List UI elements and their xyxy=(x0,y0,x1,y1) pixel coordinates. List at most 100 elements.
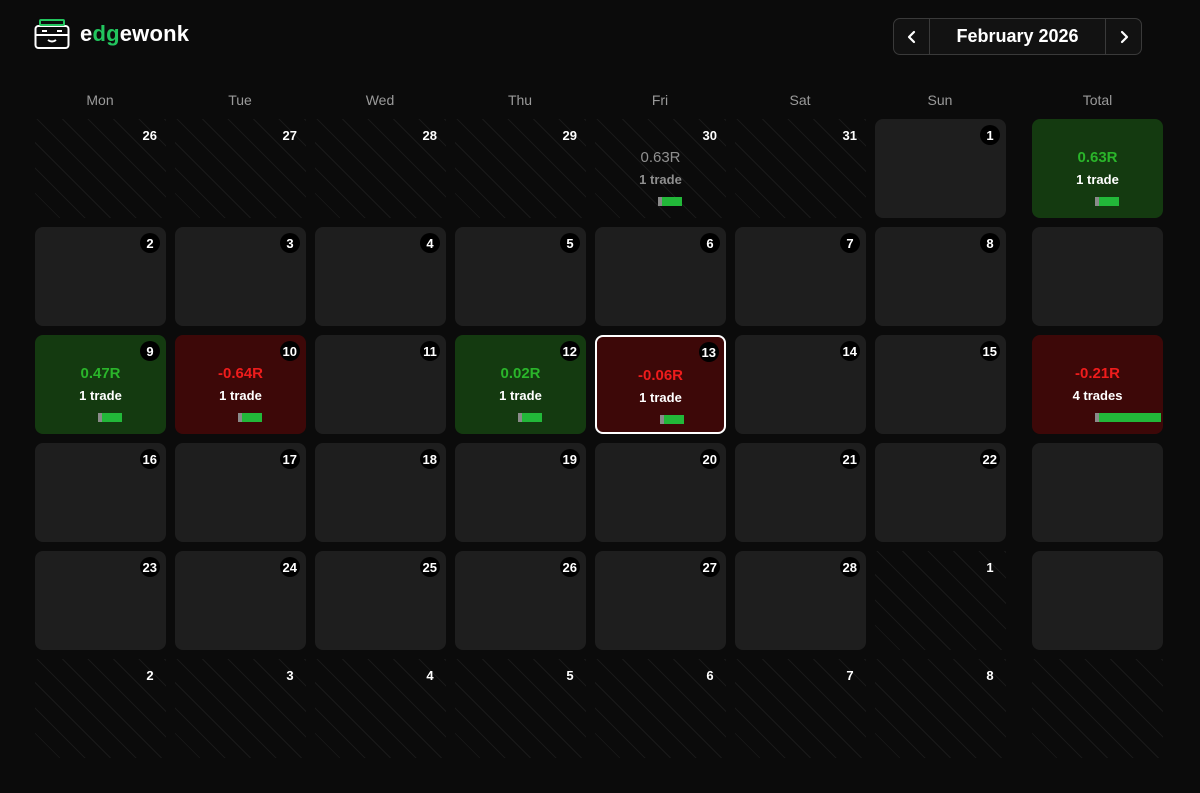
logo-icon xyxy=(34,19,70,49)
trade-count: 1 trade xyxy=(639,172,682,187)
day-number: 23 xyxy=(139,557,160,577)
trade-bar-fill xyxy=(102,413,122,422)
day-number: 15 xyxy=(979,341,1000,361)
day-cell[interactable]: 8 xyxy=(875,659,1006,758)
day-cell[interactable]: 22 xyxy=(875,443,1006,542)
trade-count: 1 trade xyxy=(79,388,122,403)
day-number: 13 xyxy=(698,342,719,362)
day-number: 14 xyxy=(839,341,860,361)
day-number: 21 xyxy=(839,449,860,469)
day-cell[interactable]: 21 xyxy=(735,443,866,542)
chevron-right-icon xyxy=(1120,30,1128,43)
day-cell[interactable]: 1 xyxy=(875,119,1006,218)
day-number: 3 xyxy=(286,667,294,683)
day-cell[interactable]: 25 xyxy=(315,551,446,650)
week-total-cell: 0.63R 1 trade xyxy=(1032,119,1163,218)
day-cell[interactable]: 28 xyxy=(735,551,866,650)
prev-month-button[interactable] xyxy=(894,19,930,54)
day-number: 8 xyxy=(980,233,1000,253)
app-logo[interactable]: edgewonk xyxy=(34,18,189,50)
day-cell[interactable]: 3 xyxy=(175,227,306,326)
day-number: 31 xyxy=(842,127,857,143)
day-cell[interactable]: 2 xyxy=(35,659,166,758)
day-cell[interactable]: 30 0.63R 1 trade xyxy=(595,119,726,218)
day-cell[interactable]: 18 xyxy=(315,443,446,542)
day-number: 18 xyxy=(419,449,440,469)
day-cell[interactable]: 5 xyxy=(455,227,586,326)
day-cell[interactable]: 2 xyxy=(35,227,166,326)
week-total-cell xyxy=(1032,551,1163,650)
day-number: 30 xyxy=(702,127,717,143)
next-month-button[interactable] xyxy=(1105,19,1141,54)
day-cell[interactable]: 31 xyxy=(735,119,866,218)
day-cell[interactable]: 10 -0.64R 1 trade xyxy=(175,335,306,434)
pnl-value: 0.47R xyxy=(80,365,121,382)
day-cell[interactable]: 14 xyxy=(735,335,866,434)
weekday-fri: Fri xyxy=(651,92,669,108)
day-number: 29 xyxy=(562,127,577,143)
day-number: 1 xyxy=(980,125,1000,145)
day-cell[interactable]: 17 xyxy=(175,443,306,542)
day-cell[interactable]: 29 xyxy=(455,119,586,218)
weekday-sun: Sun xyxy=(927,92,953,108)
day-number: 5 xyxy=(566,667,574,683)
pnl-value: 0.02R xyxy=(500,365,541,382)
day-number: 11 xyxy=(420,341,440,361)
day-cell[interactable]: 4 xyxy=(315,659,446,758)
day-cell[interactable]: 6 xyxy=(595,659,726,758)
trade-bar xyxy=(518,413,542,422)
day-number: 7 xyxy=(846,667,854,683)
weekday-total: Total xyxy=(1082,92,1113,108)
trade-bar xyxy=(658,197,682,206)
day-number: 4 xyxy=(426,667,434,683)
day-cell[interactable]: 15 xyxy=(875,335,1006,434)
day-cell[interactable]: 26 xyxy=(35,119,166,218)
day-number: 27 xyxy=(699,557,720,577)
day-cell[interactable]: 27 xyxy=(595,551,726,650)
trade-bar xyxy=(238,413,262,422)
trade-bar-fill xyxy=(242,413,262,422)
week-total-cell xyxy=(1032,443,1163,542)
day-number: 25 xyxy=(419,557,440,577)
day-number: 1 xyxy=(986,559,994,575)
day-number: 6 xyxy=(706,667,714,683)
pnl-value: -0.06R xyxy=(637,367,684,384)
trade-bar-fill xyxy=(662,197,682,206)
weekday-tue: Tue xyxy=(228,92,252,108)
day-cell[interactable]: 9 0.47R 1 trade xyxy=(35,335,166,434)
day-cell[interactable]: 27 xyxy=(175,119,306,218)
day-number: 12 xyxy=(559,341,580,361)
day-number: 10 xyxy=(279,341,300,361)
trade-bar xyxy=(1095,413,1161,422)
week-total-cell xyxy=(1032,227,1163,326)
day-cell[interactable]: 16 xyxy=(35,443,166,542)
trade-bar xyxy=(660,415,684,424)
trade-bar-fill xyxy=(1099,197,1119,206)
trade-bar-fill xyxy=(522,413,542,422)
day-cell[interactable]: 20 xyxy=(595,443,726,542)
day-cell[interactable]: 5 xyxy=(455,659,586,758)
month-navigator: February 2026 xyxy=(893,18,1142,55)
day-cell[interactable]: 11 xyxy=(315,335,446,434)
day-cell[interactable]: 6 xyxy=(595,227,726,326)
day-cell[interactable]: 12 0.02R 1 trade xyxy=(455,335,586,434)
day-cell[interactable]: 3 xyxy=(175,659,306,758)
pnl-value: -0.21R xyxy=(1074,365,1121,382)
trade-count: 1 trade xyxy=(639,390,682,405)
day-cell[interactable]: 7 xyxy=(735,227,866,326)
day-cell[interactable]: 8 xyxy=(875,227,1006,326)
current-month-label[interactable]: February 2026 xyxy=(930,19,1105,54)
day-cell[interactable]: 1 xyxy=(875,551,1006,650)
day-cell[interactable]: 23 xyxy=(35,551,166,650)
day-cell[interactable]: 19 xyxy=(455,443,586,542)
day-cell[interactable]: 7 xyxy=(735,659,866,758)
logo-wordmark: edgewonk xyxy=(80,21,190,46)
day-cell[interactable]: 13 -0.06R 1 trade xyxy=(595,335,726,434)
day-number: 26 xyxy=(559,557,580,577)
trade-count: 1 trade xyxy=(1076,172,1119,187)
day-cell[interactable]: 4 xyxy=(315,227,446,326)
day-number: 4 xyxy=(420,233,440,253)
day-cell[interactable]: 26 xyxy=(455,551,586,650)
day-cell[interactable]: 28 xyxy=(315,119,446,218)
day-cell[interactable]: 24 xyxy=(175,551,306,650)
